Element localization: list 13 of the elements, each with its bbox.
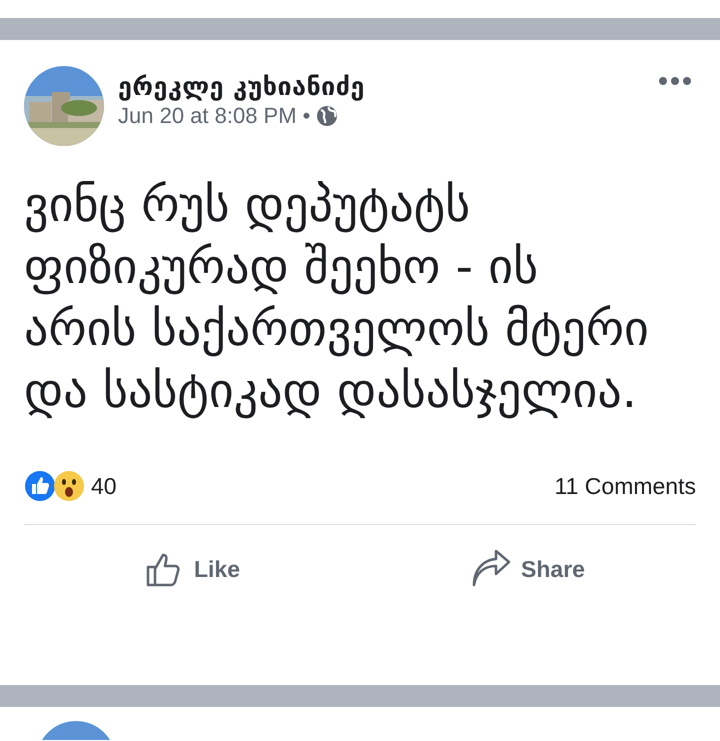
like-reaction-icon [24,470,56,502]
post-text: ვინც რუს დეპუტატს ფიზიკურად შეეხო - ის არის საქართველოს მტერი და სასტიკად დასასჯელია. [24,176,650,421]
share-arrow-icon [471,550,512,588]
post-time[interactable]: Jun 20 at 8:08 PM [118,103,297,129]
separator-dot: • [302,103,310,129]
globe-icon [316,105,338,127]
more-options-icon[interactable] [658,76,692,86]
like-button[interactable]: Like [24,525,360,613]
share-button[interactable]: Share [360,525,696,613]
author-name[interactable]: ერეკლე კუხიანიძე [118,72,644,101]
comments-link[interactable]: 11 Comments [554,472,696,500]
wow-reaction-icon [53,470,85,502]
reaction-count[interactable]: 40 [91,472,555,500]
